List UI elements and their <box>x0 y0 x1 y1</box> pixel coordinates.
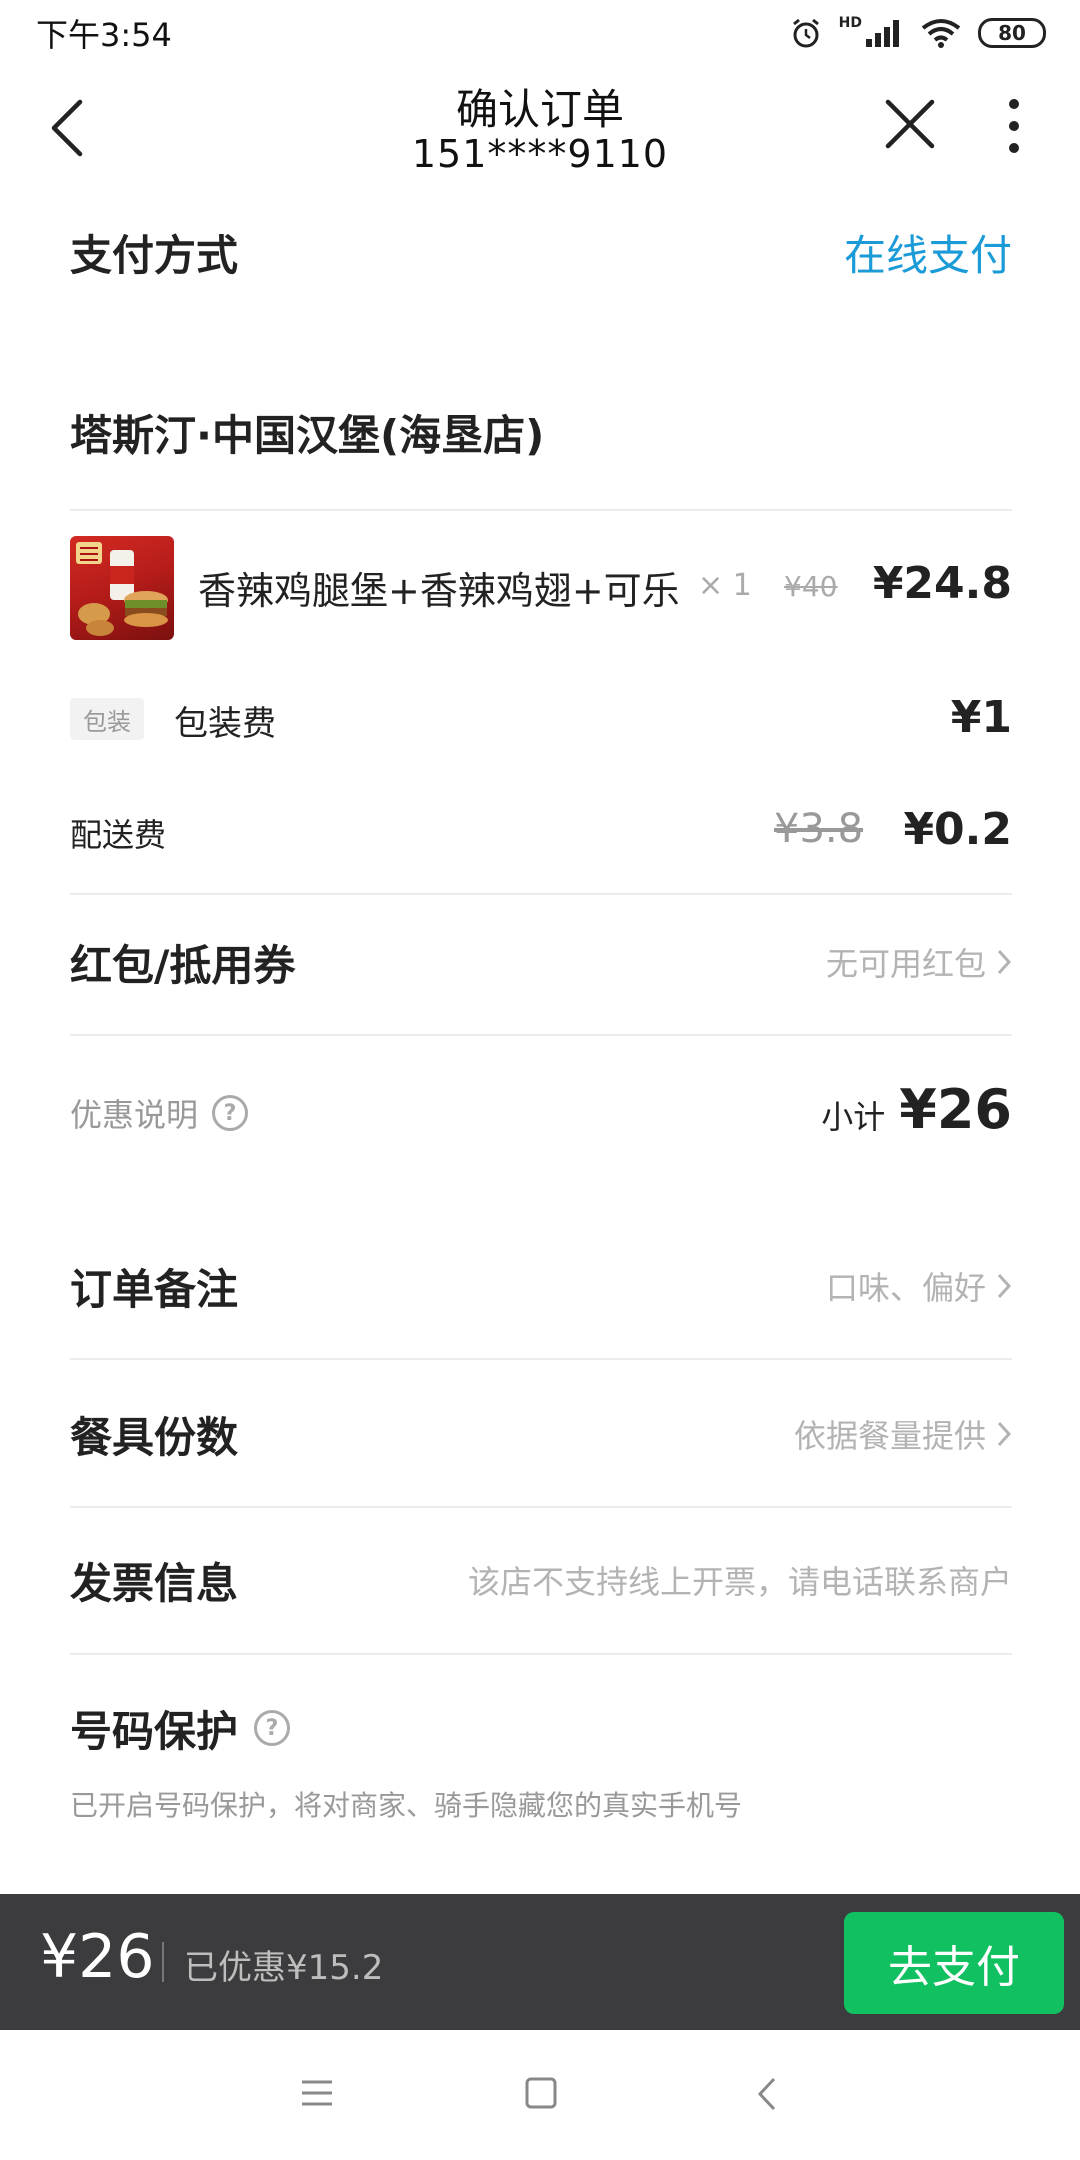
packaging-price: ¥1 <box>950 692 1012 743</box>
checkout-bar: ¥26 已优惠¥15.2 去支付 <box>0 1894 1080 2030</box>
divider <box>162 1942 164 1982</box>
phone-protection-label: 号码保护 <box>70 1706 239 1756</box>
phone-protection-description: 已开启号码保护，将对商家、骑手隐藏您的真实手机号 <box>70 1789 743 1822</box>
divider <box>70 893 1012 895</box>
item-price: ¥24.8 <box>872 558 1012 609</box>
delivery-original-price: ¥3.8 <box>774 806 864 852</box>
network-badge: HD <box>838 15 862 31</box>
status-bar: 下午3:54 HD 80 <box>0 0 1080 66</box>
home-icon[interactable] <box>524 2076 558 2110</box>
total-price: ¥26 <box>40 1922 155 1992</box>
delivery-price: ¥0.2 <box>903 804 1012 855</box>
divider <box>70 1653 1012 1655</box>
coupon-label: 红包/抵用券 <box>70 940 296 990</box>
close-icon[interactable] <box>882 96 938 152</box>
discount-info[interactable]: 优惠说明 ? <box>70 1090 249 1136</box>
item-thumbnail <box>70 536 174 640</box>
packaging-tag: 包装 <box>70 698 144 740</box>
help-icon[interactable]: ? <box>212 1095 249 1131</box>
utensils-row[interactable]: 餐具份数 依据餐量提供 <box>70 1404 1012 1464</box>
help-icon[interactable]: ? <box>254 1710 291 1746</box>
invoice-value: 该店不支持线上开票，请电话联系商户 <box>467 1563 1012 1601</box>
divider <box>70 1034 1012 1036</box>
coupon-value-wrap: 无可用红包 <box>826 939 1012 985</box>
phone-protection-row: 号码保护 ? <box>70 1698 1012 1758</box>
remarks-row[interactable]: 订单备注 口味、偏好 <box>70 1256 1012 1316</box>
back-icon[interactable] <box>756 2076 778 2112</box>
delivery-label: 配送费 <box>70 816 167 854</box>
payment-method-label: 支付方式 <box>70 230 239 280</box>
store-row: 塔斯汀·中国汉堡(海垦店) <box>70 402 1012 462</box>
battery-icon: 80 <box>978 18 1046 48</box>
utensils-value: 依据餐量提供 <box>793 1417 986 1455</box>
divider <box>70 1358 1012 1360</box>
item-quantity: × 1 <box>698 568 752 603</box>
coupon-row[interactable]: 红包/抵用券 无可用红包 <box>70 932 1012 992</box>
remarks-value-wrap: 口味、偏好 <box>826 1263 1012 1309</box>
chevron-right-icon <box>997 949 1012 975</box>
coupon-value: 无可用红包 <box>825 945 986 983</box>
subtotal: 小计 ¥26 <box>821 1078 1012 1141</box>
remarks-label: 订单备注 <box>70 1264 239 1314</box>
menu-icon[interactable] <box>300 2078 334 2108</box>
store-name: 塔斯汀·中国汉堡(海垦店) <box>70 410 545 460</box>
nav-header: 确认订单 151****9110 <box>0 66 1080 196</box>
divider <box>70 1506 1012 1508</box>
subtotal-label: 小计 <box>821 1098 886 1136</box>
status-icons: HD 80 <box>789 15 1046 50</box>
item-name: 香辣鸡腿堡+香辣鸡翅+可乐 <box>198 569 680 613</box>
alarm-icon <box>792 18 819 48</box>
battery-level: 80 <box>998 21 1026 45</box>
system-nav-bar <box>0 2030 1080 2160</box>
status-time: 下午3:54 <box>36 16 172 54</box>
remarks-value: 口味、偏好 <box>825 1269 986 1307</box>
subtotal-value: ¥26 <box>899 1078 1012 1141</box>
discount-label: 优惠说明 <box>70 1096 199 1134</box>
signal-icon <box>866 20 899 47</box>
divider <box>70 509 1012 511</box>
chevron-right-icon <box>997 1421 1012 1447</box>
utensils-label: 餐具份数 <box>70 1412 239 1462</box>
utensils-value-wrap: 依据餐量提供 <box>794 1411 1012 1457</box>
invoice-label: 发票信息 <box>70 1558 239 1608</box>
wifi-icon <box>921 19 961 48</box>
chevron-right-icon <box>997 1273 1012 1299</box>
pay-button[interactable]: 去支付 <box>844 1912 1064 2014</box>
more-icon[interactable] <box>1000 96 1028 156</box>
item-original-price: ¥40 <box>784 570 838 603</box>
payment-method-value: 在线支付 <box>843 230 1012 280</box>
packaging-label: 包装费 <box>174 704 276 744</box>
saved-amount: 已优惠¥15.2 <box>184 1948 384 1988</box>
payment-method-row[interactable]: 支付方式 在线支付 <box>70 222 1012 282</box>
invoice-row: 发票信息 该店不支持线上开票，请电话联系商户 <box>70 1550 1012 1610</box>
